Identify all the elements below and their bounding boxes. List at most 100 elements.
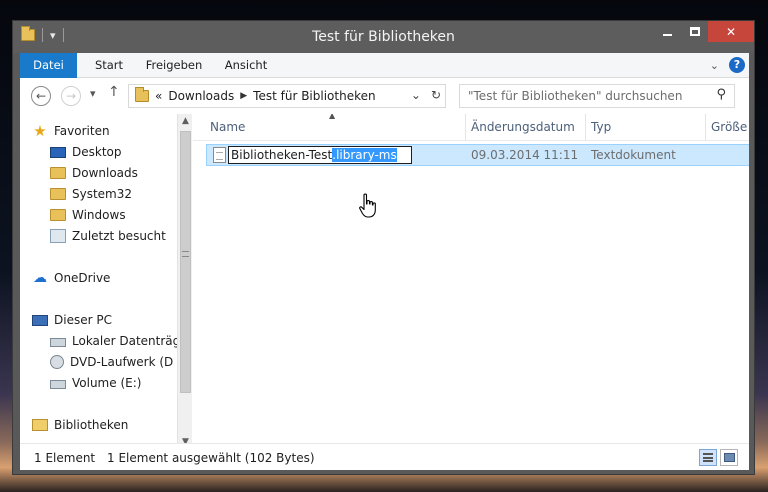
nav-label: Desktop xyxy=(72,145,122,159)
nav-item-downloads[interactable]: Downloads xyxy=(50,163,138,183)
column-divider[interactable] xyxy=(585,114,586,141)
nav-pane-scrollbar[interactable]: ▲ ▼ xyxy=(177,114,192,450)
nav-item-recent[interactable]: Zuletzt besucht xyxy=(50,226,166,246)
nav-label: Bibliotheken xyxy=(54,418,129,432)
title-bar[interactable]: ▾ Test für Bibliotheken ✕ xyxy=(13,21,754,53)
search-icon[interactable]: ⚲ xyxy=(716,87,726,102)
tab-freigeben[interactable]: Freigeben xyxy=(140,53,208,78)
search-input[interactable]: "Test für Bibliotheken" durchsuchen ⚲ xyxy=(459,84,735,108)
nav-item-volume-e[interactable]: Volume (E:) xyxy=(50,373,141,393)
nav-label: System32 xyxy=(72,187,133,201)
downloads-folder-icon xyxy=(50,167,66,179)
nav-item-local-disk[interactable]: Lokaler Datenträger xyxy=(50,331,177,351)
column-size[interactable]: Größe xyxy=(711,120,747,134)
nav-item-system32[interactable]: System32 xyxy=(50,184,132,204)
folder-icon xyxy=(50,188,66,200)
expand-ribbon-icon[interactable]: ⌄ xyxy=(710,59,719,72)
text-document-icon xyxy=(213,147,226,163)
filename-unselected: Bibliotheken-Test xyxy=(231,148,333,162)
window-title: Test für Bibliotheken xyxy=(312,29,455,45)
nav-label: Zuletzt besucht xyxy=(72,229,166,243)
help-icon[interactable]: ? xyxy=(729,57,745,73)
nav-label: Windows xyxy=(72,208,126,222)
sort-ascending-icon: ▲ xyxy=(329,114,336,120)
nav-label: Downloads xyxy=(72,166,138,180)
nav-this-pc[interactable]: Dieser PC xyxy=(32,310,112,330)
nav-label: Lokaler Datenträger xyxy=(72,334,177,348)
large-icons-view-icon xyxy=(724,453,735,462)
nav-label: Volume (E:) xyxy=(72,376,142,390)
maximize-button[interactable] xyxy=(681,21,708,42)
rename-input[interactable]: Bibliotheken-Test.library-ms xyxy=(228,146,412,164)
nav-favorites[interactable]: ★ Favoriten xyxy=(32,121,110,141)
refresh-icon[interactable]: ↻ xyxy=(431,88,441,102)
folder-icon xyxy=(135,87,149,102)
address-dropdown-icon[interactable]: ⌄ xyxy=(411,88,421,102)
file-list: ▲ Name Änderungsdatum Typ Größe Biblioth… xyxy=(193,114,749,450)
scroll-up-icon[interactable]: ▲ xyxy=(178,114,193,129)
column-type[interactable]: Typ xyxy=(591,120,611,134)
status-bar: 1 Element 1 Element ausgewählt (102 Byte… xyxy=(20,443,749,470)
forward-button[interactable]: → xyxy=(61,86,81,106)
back-button[interactable]: ← xyxy=(31,86,51,106)
details-view-button[interactable] xyxy=(699,449,717,466)
navigation-bar: ← → ▾ ↑ « Downloads ▶ Test für Bibliothe… xyxy=(20,78,749,114)
address-bar[interactable]: « Downloads ▶ Test für Bibliotheken ⌄ ↻ xyxy=(128,84,446,108)
breadcrumb-downloads[interactable]: Downloads xyxy=(168,89,234,103)
nav-label: DVD-Laufwerk (D xyxy=(70,355,174,369)
tab-ansicht[interactable]: Ansicht xyxy=(219,53,273,78)
maximize-icon xyxy=(689,27,700,36)
column-divider[interactable] xyxy=(705,114,706,141)
cloud-icon: ☁ xyxy=(33,270,47,286)
pc-icon xyxy=(32,314,48,326)
recent-places-icon xyxy=(50,229,66,243)
recent-locations-icon[interactable]: ▾ xyxy=(90,87,96,100)
breadcrumb-current[interactable]: Test für Bibliotheken xyxy=(253,89,375,103)
nav-label: Favoriten xyxy=(54,124,110,138)
ribbon-controls: ⌄ ? xyxy=(710,57,745,73)
tab-datei[interactable]: Datei xyxy=(20,53,77,78)
file-type: Textdokument xyxy=(591,148,676,162)
up-arrow-icon[interactable]: ↑ xyxy=(108,84,120,100)
forward-arrow-icon: → xyxy=(65,89,77,103)
column-date[interactable]: Änderungsdatum xyxy=(471,120,575,134)
main-content: ★ Favoriten Desktop Downloads System32 W… xyxy=(20,114,749,464)
drive-icon xyxy=(50,380,66,389)
filename-selected-extension: .library-ms xyxy=(332,148,397,162)
nav-libraries[interactable]: Bibliotheken xyxy=(32,415,128,435)
address-actions: ⌄ ↻ xyxy=(411,88,441,102)
status-item-count: 1 Element xyxy=(34,451,96,465)
details-view-icon xyxy=(703,453,713,462)
nav-item-desktop[interactable]: Desktop xyxy=(50,142,122,162)
ribbon-tabs: Datei Start Freigeben Ansicht ⌄ ? xyxy=(20,53,749,78)
breadcrumb-chevron-icon[interactable]: ▶ xyxy=(240,91,247,101)
nav-onedrive[interactable]: ☁ OneDrive xyxy=(32,268,110,288)
minimize-icon xyxy=(663,33,672,36)
column-divider[interactable] xyxy=(465,114,466,141)
folder-icon xyxy=(50,209,66,221)
scroll-thumb[interactable] xyxy=(180,131,191,393)
large-icons-view-button[interactable] xyxy=(720,449,738,466)
hand-cursor-icon xyxy=(359,193,376,218)
grip-icon xyxy=(182,251,189,257)
window-controls: ✕ xyxy=(654,21,754,42)
nav-item-dvd[interactable]: DVD-Laufwerk (D xyxy=(50,352,173,372)
close-button[interactable]: ✕ xyxy=(708,21,754,42)
library-icon xyxy=(32,419,48,431)
minimize-button[interactable] xyxy=(654,21,681,42)
drive-icon xyxy=(50,338,66,347)
table-row[interactable]: Bibliotheken-Test.library-ms 09.03.2014 … xyxy=(206,144,749,166)
address-overflow[interactable]: « xyxy=(155,89,162,103)
nav-item-windows[interactable]: Windows xyxy=(50,205,126,225)
column-headers: ▲ Name Änderungsdatum Typ Größe xyxy=(193,114,749,141)
nav-label: Dieser PC xyxy=(54,313,112,327)
file-date: 09.03.2014 11:11 xyxy=(471,148,579,162)
column-name[interactable]: Name xyxy=(210,120,245,134)
star-icon: ★ xyxy=(33,122,47,140)
tab-start[interactable]: Start xyxy=(86,53,132,78)
dvd-icon xyxy=(50,355,64,369)
explorer-window: ▾ Test für Bibliotheken ✕ Datei Start Fr… xyxy=(12,20,755,475)
close-icon: ✕ xyxy=(725,24,737,39)
nav-label: OneDrive xyxy=(54,271,111,285)
search-placeholder: "Test für Bibliotheken" durchsuchen xyxy=(468,89,683,103)
